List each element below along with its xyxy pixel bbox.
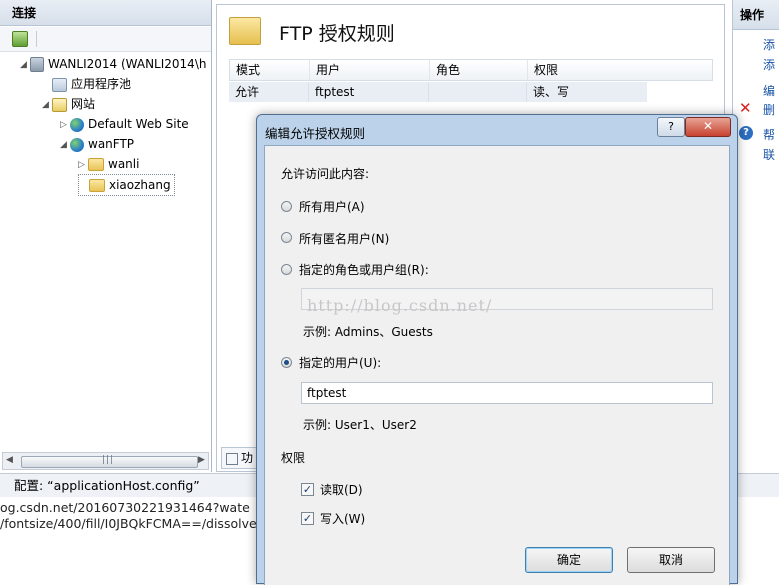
cell-role: [429, 82, 527, 102]
rules-table-header: 模式 用户 角色 权限: [229, 59, 713, 81]
tree-label: wanFTP: [88, 137, 135, 151]
ok-button[interactable]: 确定: [525, 547, 613, 573]
action-online-help[interactable]: 联: [763, 146, 775, 163]
column-header-user[interactable]: 用户: [310, 60, 430, 80]
action-add-deny[interactable]: 添: [763, 56, 775, 73]
action-delete[interactable]: 删: [763, 101, 775, 118]
cell-mode: 允许: [229, 82, 309, 102]
expanded-arrow-icon[interactable]: ◢: [20, 55, 30, 75]
collapsed-arrow-icon[interactable]: ▷: [60, 115, 70, 135]
allow-access-label: 允许访问此内容:: [281, 167, 370, 181]
connections-pane: 连接 ◢ WANLI2014 (WANLI2014\h 应用程序池 ◢ 网站 ▷ De…: [0, 0, 212, 472]
roles-example: 示例: Admins、Guests: [303, 325, 433, 339]
background-url-text: og.csdn.net/20160730221931464?wate: [0, 500, 250, 515]
cell-user: ftptest: [309, 82, 429, 102]
write-checkbox[interactable]: ✓: [301, 512, 314, 525]
radio-specific-users[interactable]: [281, 357, 292, 368]
tree-item-wanftp[interactable]: ◢ wanFTP: [60, 134, 134, 154]
sites-icon: [52, 97, 67, 112]
column-header-role[interactable]: 角色: [430, 60, 528, 80]
cancel-button[interactable]: 取消: [627, 547, 715, 573]
background-url-text: /fontsize/400/fill/I0JBQkFCMA==/dissolve: [0, 516, 257, 531]
column-header-mode[interactable]: 模式: [230, 60, 310, 80]
tree-label: xiaozhang: [109, 178, 171, 192]
dialog-title: 编辑允许授权规则: [265, 126, 366, 141]
watermark-text: http://blog.csdn.net/: [307, 296, 493, 315]
action-help[interactable]: 帮: [763, 126, 775, 143]
globe-icon: [70, 137, 84, 152]
dialog-body: 允许访问此内容: 所有用户(A) 所有匿名用户(N) 指定的角色或用户组(R):…: [264, 145, 730, 585]
scroll-left-arrow-icon[interactable]: ◀: [6, 455, 13, 465]
tree-item-default-web-site[interactable]: ▷ Default Web Site: [60, 114, 189, 134]
horizontal-scrollbar[interactable]: ◀ ||| ▶: [2, 452, 209, 470]
radio-all-users-label[interactable]: 所有用户(A): [299, 198, 365, 215]
tree-label: WANLI2014 (WANLI2014\h: [48, 57, 207, 71]
scroll-right-arrow-icon[interactable]: ▶: [198, 455, 205, 465]
permissions-label: 权限: [281, 451, 306, 465]
tree-label: Default Web Site: [88, 117, 189, 131]
write-checkbox-label[interactable]: 写入(W): [320, 510, 365, 527]
help-icon[interactable]: ?: [739, 126, 753, 140]
connections-toolbar: [0, 27, 211, 52]
folder-rules-icon: [229, 17, 261, 45]
tree-item-server[interactable]: ◢ WANLI2014 (WANLI2014\h: [20, 54, 206, 74]
table-row[interactable]: 允许 ftptest 读、写: [229, 82, 647, 102]
config-status-text: 配置: “applicationHost.config”: [14, 478, 200, 493]
delete-icon[interactable]: ✕: [739, 99, 752, 117]
tree-item-xiaozhang[interactable]: xiaozhang: [78, 174, 175, 196]
action-add-allow[interactable]: 添: [763, 36, 775, 53]
edit-allow-rule-dialog: 编辑允许授权规则 ? ✕ 允许访问此内容: 所有用户(A) 所有匿名用户(N) …: [256, 114, 738, 585]
connect-icon[interactable]: [12, 31, 28, 47]
radio-roles-label[interactable]: 指定的角色或用户组(R):: [299, 261, 429, 278]
tree-label: 应用程序池: [71, 77, 132, 91]
read-checkbox[interactable]: ✓: [301, 483, 314, 496]
expanded-arrow-icon[interactable]: ◢: [60, 135, 70, 155]
scrollbar-thumb[interactable]: |||: [21, 455, 198, 468]
read-checkbox-label[interactable]: 读取(D): [320, 481, 363, 498]
tree-label: 网站: [71, 97, 96, 111]
app-pool-icon: [52, 77, 67, 92]
grip-icon: |||: [102, 455, 115, 465]
users-input[interactable]: ftptest: [301, 382, 713, 404]
collapsed-arrow-icon[interactable]: ▷: [78, 155, 88, 175]
tree-item-app-pools[interactable]: 应用程序池: [42, 74, 131, 94]
actions-header: 操作: [733, 0, 779, 30]
radio-specific-users-label[interactable]: 指定的用户(U):: [299, 354, 381, 371]
actions-pane: 操作 添 添 编 ✕ 删 ? 帮 联: [732, 0, 779, 472]
radio-anonymous-users[interactable]: [281, 232, 292, 243]
close-button[interactable]: ✕: [685, 117, 731, 137]
tree-item-sites[interactable]: ◢ 网站: [42, 94, 95, 114]
folder-icon: [88, 158, 104, 171]
tree-label: wanli: [108, 157, 140, 171]
cell-permission: 读、写: [533, 85, 570, 99]
tree-item-wanli[interactable]: ▷ wanli: [78, 154, 139, 174]
action-edit[interactable]: 编: [763, 82, 775, 99]
expanded-arrow-icon[interactable]: ◢: [42, 95, 52, 115]
radio-roles[interactable]: [281, 264, 292, 275]
toolbar-divider: [36, 31, 37, 47]
server-icon: [30, 57, 44, 72]
connections-header: 连接: [0, 0, 211, 26]
help-button[interactable]: ?: [657, 117, 685, 137]
users-example: 示例: User1、User2: [303, 418, 417, 432]
globe-icon: [70, 117, 84, 132]
radio-anonymous-users-label[interactable]: 所有匿名用户(N): [299, 230, 389, 247]
radio-all-users[interactable]: [281, 201, 292, 212]
folder-icon: [89, 179, 105, 192]
features-view-tab[interactable]: 功: [221, 447, 261, 469]
column-header-permission[interactable]: 权限: [528, 60, 714, 80]
features-view-icon: [226, 452, 238, 465]
page-title: FTP 授权规则: [279, 23, 395, 45]
